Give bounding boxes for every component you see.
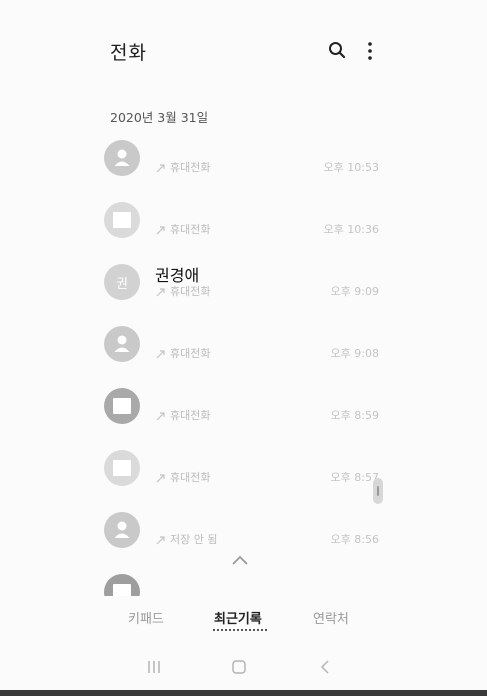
fast-scroll-handle[interactable] bbox=[373, 478, 383, 504]
contact-avatar-photo-icon[interactable] bbox=[104, 450, 140, 486]
back-icon[interactable] bbox=[316, 657, 336, 677]
tab-keypad[interactable]: 키패드 bbox=[128, 608, 164, 627]
contact-avatar-photo-icon[interactable] bbox=[104, 574, 140, 596]
call-type-label: 휴대전화 bbox=[170, 223, 211, 236]
more-vert-icon[interactable] bbox=[362, 40, 378, 62]
contact-avatar-person-icon[interactable] bbox=[104, 512, 140, 548]
outgoing-call-icon bbox=[156, 474, 165, 483]
outgoing-call-icon bbox=[156, 288, 165, 297]
contact-avatar-photo-icon[interactable] bbox=[104, 202, 140, 238]
system-nav-bar bbox=[0, 645, 487, 690]
outgoing-call-icon bbox=[156, 226, 165, 235]
call-log-row[interactable]: 휴대전화 오후 8:57 bbox=[0, 440, 487, 502]
contact-avatar-person-icon[interactable] bbox=[104, 326, 140, 362]
outgoing-call-icon bbox=[156, 350, 165, 359]
app-header: 전화 bbox=[0, 0, 487, 100]
date-header: 2020년 3월 31일 bbox=[110, 110, 209, 125]
call-time: 오후 8:57 bbox=[330, 471, 379, 484]
contact-avatar-person-icon[interactable] bbox=[104, 140, 140, 176]
call-time: 오후 9:08 bbox=[330, 347, 379, 360]
outgoing-call-icon bbox=[156, 164, 165, 173]
tab-recents[interactable]: 최근기록 bbox=[214, 608, 262, 627]
page-title: 전화 bbox=[110, 42, 147, 64]
call-log-row[interactable]: 휴대전화 오후 8:59 bbox=[0, 378, 487, 440]
call-type-label: 휴대전화 bbox=[170, 285, 211, 298]
call-type-label: 휴대전화 bbox=[170, 161, 211, 174]
call-time: 오후 8:59 bbox=[330, 409, 379, 422]
home-icon[interactable] bbox=[229, 657, 249, 677]
call-log-row[interactable]: 휴대전화 오후 10:53 bbox=[0, 130, 487, 192]
recent-apps-icon[interactable] bbox=[144, 657, 164, 677]
call-log-row[interactable]: 휴대전화 오후 10:36 bbox=[0, 192, 487, 254]
outgoing-call-icon bbox=[156, 536, 165, 545]
call-type-label: 저장 안 됨 bbox=[170, 533, 218, 546]
outgoing-call-icon bbox=[156, 412, 165, 421]
chevron-up-icon[interactable] bbox=[230, 553, 250, 567]
call-log-row[interactable]: 휴대전화 오후 9:08 bbox=[0, 316, 487, 378]
bottom-tabs: 키패드 최근기록 연락처 bbox=[0, 600, 487, 640]
active-tab-indicator bbox=[213, 629, 267, 631]
call-type-label: 휴대전화 bbox=[170, 471, 211, 484]
contact-avatar-initial[interactable]: 권 bbox=[104, 264, 140, 300]
call-log-row[interactable]: 권 권경애 휴대전화 오후 9:09 bbox=[0, 254, 487, 316]
call-type-label: 휴대전화 bbox=[170, 409, 211, 422]
screen-bottom-edge bbox=[0, 690, 487, 696]
avatar-initial-letter: 권 bbox=[116, 277, 128, 292]
call-time: 오후 9:09 bbox=[330, 285, 379, 298]
call-time: 오후 10:36 bbox=[323, 223, 379, 236]
call-type-label: 휴대전화 bbox=[170, 347, 211, 360]
call-time: 오후 8:56 bbox=[330, 533, 379, 546]
tab-contacts[interactable]: 연락처 bbox=[313, 608, 349, 627]
search-icon[interactable] bbox=[327, 40, 347, 60]
call-time: 오후 10:53 bbox=[323, 161, 379, 174]
contact-avatar-photo-icon[interactable] bbox=[104, 388, 140, 424]
